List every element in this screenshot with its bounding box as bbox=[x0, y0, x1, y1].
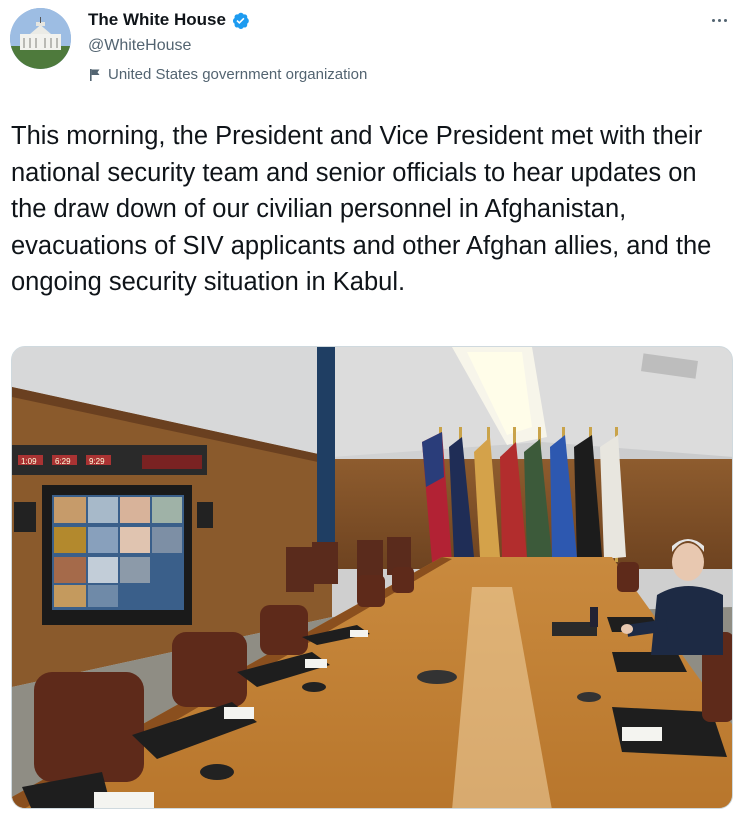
account-label[interactable]: United States government organization bbox=[88, 66, 367, 83]
avatar-image bbox=[10, 8, 71, 69]
display-name-row[interactable]: The White House bbox=[88, 10, 250, 30]
tweet-photo[interactable]: 1:09 6:29 9:29 bbox=[11, 346, 733, 809]
situation-room-photo: 1:09 6:29 9:29 bbox=[12, 347, 732, 808]
screen-readout: 1:09 bbox=[21, 457, 37, 466]
handle[interactable]: @WhiteHouse bbox=[88, 37, 191, 55]
avatar[interactable] bbox=[10, 8, 71, 69]
display-name[interactable]: The White House bbox=[88, 10, 226, 30]
more-icon[interactable] bbox=[707, 10, 731, 30]
tweet-text: This morning, the President and Vice Pre… bbox=[11, 122, 712, 296]
flag-icon bbox=[90, 68, 100, 81]
screen-readout: 6:29 bbox=[55, 457, 71, 466]
screen-readout: 9:29 bbox=[89, 457, 105, 466]
account-label-text: United States government organization bbox=[108, 66, 368, 83]
verified-badge-icon bbox=[231, 11, 250, 30]
